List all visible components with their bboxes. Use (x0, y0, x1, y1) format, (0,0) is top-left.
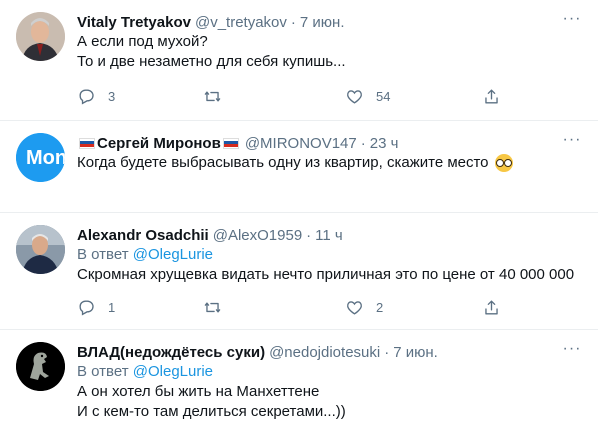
separator-dot: · (290, 13, 296, 31)
retweet-icon (204, 90, 221, 102)
tweet-time[interactable]: 23 ч (370, 135, 399, 152)
separator-dot: · (360, 134, 366, 152)
replying-to: В ответ @OlegLurie (77, 362, 582, 382)
dinosaur-avatar-icon (16, 342, 65, 391)
author-name[interactable]: Vitaly Tretyakov (77, 14, 191, 31)
tweet-text-line: И с кем-то там делиться секретами...)) (77, 403, 346, 420)
author-name[interactable]: Сергей Миронов (97, 135, 221, 152)
replying-to-link[interactable]: @OlegLurie (133, 246, 213, 263)
tweet-text-line: То и две незаметно для себя купишь... (77, 53, 346, 70)
reply-button[interactable]: 3 (77, 87, 115, 106)
avatar[interactable] (16, 12, 65, 61)
author-handle[interactable]: @v_tretyakov (195, 14, 287, 31)
reply-count: 1 (108, 299, 116, 315)
like-button[interactable]: 2 (345, 298, 383, 317)
avatar-photo-icon (16, 12, 65, 61)
replying-to-label: В ответ (77, 363, 129, 380)
retweet-button[interactable] (203, 298, 234, 317)
share-icon (485, 299, 498, 315)
replying-to-label: В ответ (77, 246, 129, 263)
more-icon[interactable]: ··· (562, 132, 582, 153)
tweet-text-line: А он хотел бы жить на Манхеттене (77, 383, 320, 400)
replying-to-link[interactable]: @OlegLurie (133, 363, 213, 380)
reply-icon (79, 88, 94, 105)
author-name[interactable]: Alexandr Osadchii (77, 227, 209, 244)
like-count: 2 (376, 299, 384, 315)
like-button[interactable]: 54 (345, 87, 390, 106)
like-icon (347, 300, 362, 315)
tweet-text-line: Когда будете выбрасывать одну из квартир… (77, 153, 582, 173)
replying-to: В ответ @OlegLurie (77, 245, 582, 265)
avatar[interactable]: МoneyTT (16, 133, 65, 182)
author-handle[interactable]: @AlexO1959 (213, 227, 302, 244)
retweet-button[interactable] (203, 87, 234, 106)
separator-dot: · (306, 226, 312, 244)
author-name[interactable]: ВЛАД(недождётесь суки) (77, 344, 265, 361)
russia-flag-icon (79, 137, 95, 149)
tweet-2[interactable]: МoneyTT Сергей Миронов @MIRONOV147 · 23 … (0, 121, 598, 213)
share-icon (485, 88, 498, 104)
like-count: 54 (376, 88, 391, 104)
avatar[interactable] (16, 342, 65, 391)
tweet-time[interactable]: 11 ч (315, 227, 343, 244)
logo-letter: МoneyTT (26, 147, 65, 169)
share-button[interactable] (482, 298, 501, 317)
tweet-text-line: Скромная хрущевка видать нечто приличная… (77, 266, 575, 283)
reply-thread: Vitaly Tretyakov @v_tretyakov · 7 июн. ·… (0, 0, 598, 436)
author-handle[interactable]: @MIRONOV147 (245, 135, 357, 152)
russia-flag-icon (222, 137, 239, 149)
more-icon[interactable]: ··· (562, 341, 582, 362)
tweet-text: Когда будете выбрасывать одну из квартир… (77, 154, 489, 171)
share-button[interactable] (482, 87, 501, 106)
money-logo-icon: МoneyTT (16, 133, 65, 182)
avatar-photo-icon (16, 225, 65, 274)
retweet-icon (204, 301, 221, 313)
avatar[interactable] (16, 225, 65, 274)
tweet-time[interactable]: 7 июн. (300, 14, 345, 31)
tweet-text-line: А если под мухой? (77, 33, 208, 50)
reply-count: 3 (108, 88, 116, 104)
tweet-3[interactable]: Alexandr Osadchii @AlexO1959 · 11 ч В от… (0, 213, 598, 330)
tweet-1[interactable]: Vitaly Tretyakov @v_tretyakov · 7 июн. ·… (0, 0, 598, 121)
like-icon (347, 89, 362, 104)
more-icon[interactable]: ··· (562, 11, 582, 32)
reply-icon (79, 299, 94, 316)
tweet-4[interactable]: ВЛАД(недождётесь суки) @nedojdiotesuki ·… (0, 330, 598, 436)
reply-button[interactable]: 1 (77, 298, 115, 317)
author-handle[interactable]: @nedojdiotesuki (269, 344, 380, 361)
separator-dot: · (384, 343, 390, 361)
tweet-time[interactable]: 7 июн. (393, 344, 438, 361)
nerd-face-emoji (494, 154, 513, 173)
